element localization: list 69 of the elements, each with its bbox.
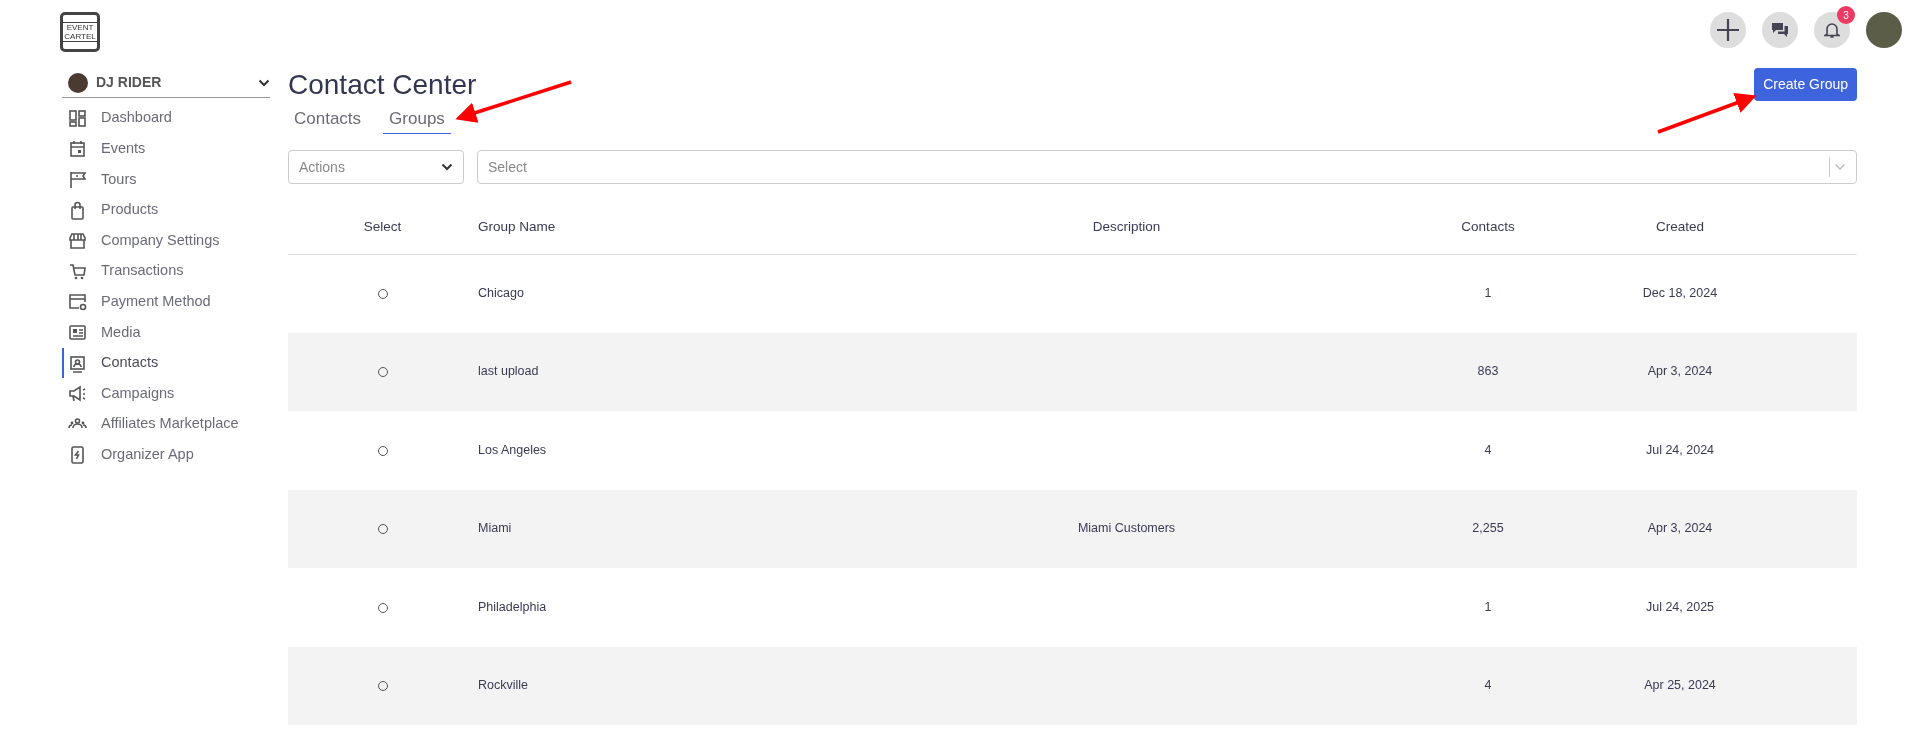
group-name: Chicago [478, 286, 524, 301]
group-name: Philadelphia [478, 599, 547, 614]
plus-icon [1715, 17, 1741, 43]
account-name: DJ RIDER [96, 73, 163, 92]
cart-icon [68, 261, 87, 281]
page-title: Contact Center [288, 68, 477, 102]
chevron-down-icon [1834, 163, 1846, 172]
column-header: Select [288, 200, 477, 255]
contact-count: 1 [1484, 599, 1492, 614]
column-header: Group Name [477, 200, 877, 255]
flag-icon [68, 170, 87, 189]
sidebar-item[interactable]: Company Settings [62, 225, 270, 256]
contact-count: 4 [1484, 678, 1492, 693]
id-card-icon [68, 322, 87, 342]
sidebar-item[interactable]: Dashboard [62, 103, 270, 134]
grid-icon [68, 108, 87, 128]
contact-count: 1 [1484, 286, 1492, 301]
group-name: Miami [478, 521, 512, 536]
sidebar-item[interactable]: Media [62, 317, 270, 348]
account-switcher[interactable]: DJ RIDER [62, 68, 270, 98]
chevron-down-icon [441, 163, 453, 172]
storefront-icon [68, 231, 87, 251]
column-header: Contacts [1376, 200, 1600, 255]
created-date: Apr 25, 2024 [1644, 678, 1716, 693]
contact-count: 2,255 [1472, 521, 1504, 536]
created-date: Jul 24, 2024 [1645, 442, 1715, 457]
group-select-field[interactable]: Select [477, 150, 1857, 185]
notification-badge: 3 [1837, 6, 1855, 24]
sidebar-item[interactable]: Contacts [62, 347, 270, 379]
bag-icon [68, 200, 87, 220]
sidebar-item[interactable]: Organizer App [62, 439, 270, 471]
sidebar-item[interactable]: Payment Method [62, 286, 270, 318]
bell-icon [1824, 21, 1840, 39]
tab[interactable]: Contacts [288, 105, 368, 135]
sidebar-item[interactable]: Tours [62, 164, 270, 195]
account-avatar [68, 72, 88, 93]
contact-count: 863 [1477, 364, 1499, 379]
messages-button[interactable] [1762, 12, 1798, 48]
logo-text: EVENT [65, 23, 95, 32]
created-date: Apr 3, 2024 [1647, 364, 1713, 379]
user-avatar[interactable] [1866, 12, 1902, 48]
megaphone-icon [68, 384, 87, 404]
group-name: Rockville [478, 678, 528, 693]
group-name: Los Angeles [478, 442, 547, 457]
notifications-button[interactable] [1814, 12, 1850, 48]
description: Miami Customers [1077, 521, 1176, 536]
column-header: Created [1600, 200, 1760, 255]
created-date: Apr 3, 2024 [1647, 521, 1713, 536]
sidebar-item[interactable]: Affiliates Marketplace [62, 408, 270, 440]
sidebar-item[interactable]: Campaigns [62, 378, 270, 409]
phone-icon [68, 445, 87, 465]
create-group-button[interactable]: Create Group [1754, 68, 1857, 102]
sidebar-item[interactable]: Events [62, 133, 270, 165]
created-date: Dec 18, 2024 [1642, 286, 1718, 301]
add-button[interactable] [1710, 12, 1746, 48]
sidebar-item[interactable]: Transactions [62, 255, 270, 287]
logo-text: CARTEL [64, 32, 96, 41]
tab[interactable]: Groups [383, 105, 451, 135]
card-gear-icon [68, 292, 87, 312]
chevron-down-icon [258, 78, 270, 87]
actions-dropdown[interactable]: Actions [288, 150, 464, 185]
calendar-icon [68, 139, 87, 159]
chat-bubbles-icon [1771, 22, 1789, 38]
created-date: Jul 24, 2025 [1645, 599, 1715, 614]
sidebar-item[interactable]: Products [62, 194, 270, 226]
contact-count: 4 [1484, 442, 1492, 457]
column-header: Description [877, 200, 1376, 255]
contact-card-icon [68, 353, 87, 373]
group-name: last upload [478, 364, 539, 379]
